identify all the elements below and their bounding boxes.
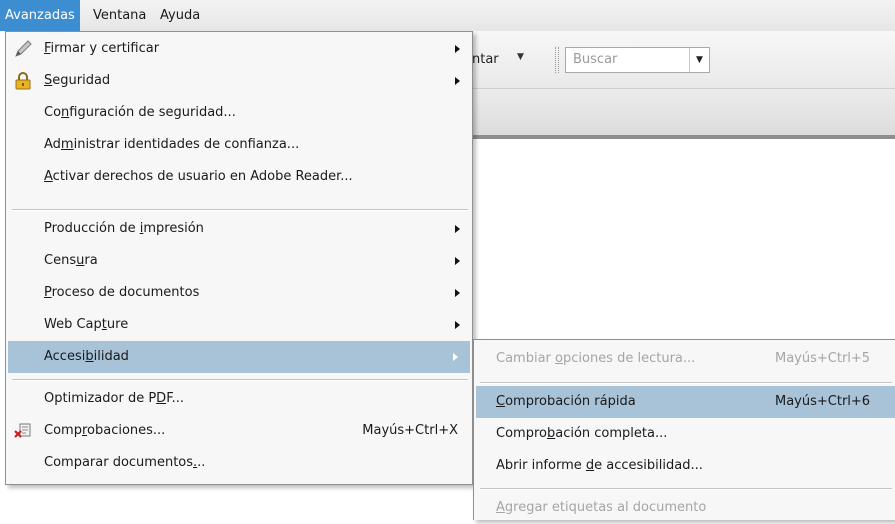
menu-item-label: Accesi xyxy=(44,349,86,364)
menu-item-label: Producción de xyxy=(44,221,140,236)
lock-icon xyxy=(15,72,31,90)
chevron-down-icon[interactable]: ▼ xyxy=(517,52,524,62)
menu-item-label: inistrar identidades de confianza... xyxy=(73,137,300,152)
menu-item-web-capture[interactable]: Web Capture xyxy=(6,309,472,341)
submenu-arrow-icon xyxy=(455,77,460,85)
menu-item-activar-derechos[interactable]: Activar derechos de usuario en Adobe Rea… xyxy=(6,161,472,193)
submenu-item-agregar-etiquetas[interactable]: Agregar etiquetas al documento xyxy=(474,492,895,524)
menu-item-label: mpresión xyxy=(143,221,204,236)
search-box[interactable]: Buscar ▼ xyxy=(565,47,710,73)
menu-item-label: .. xyxy=(197,455,206,470)
submenu-arrow-icon xyxy=(455,257,460,265)
pen-icon xyxy=(15,40,32,57)
menu-item-accel: m xyxy=(60,137,74,152)
submenu-item-abrir-informe[interactable]: Abrir informe de accesibilidad... xyxy=(474,450,895,482)
submenu-item-label: Compro xyxy=(496,426,547,441)
menu-item-configuracion-seguridad[interactable]: Configuración de seguridad... xyxy=(6,97,472,129)
submenu-item-label: pciones de lectura... xyxy=(562,351,696,366)
toolbar: ntar ▼ Buscar ▼ xyxy=(460,31,895,89)
menu-item-label: ilidad xyxy=(93,349,129,364)
submenu-arrow-icon xyxy=(455,225,460,233)
submenu-item-label: ación completa... xyxy=(555,426,668,441)
toolbar-grip[interactable] xyxy=(555,47,559,73)
submenu-item-label: gregar etiquetas al documento xyxy=(504,500,707,515)
menu-item-optimizador-pdf[interactable]: Optimizador de PDF... xyxy=(6,383,472,415)
menu-ayuda[interactable]: Ayuda xyxy=(155,0,205,31)
submenu-arrow-icon xyxy=(455,289,460,297)
menu-separator xyxy=(12,209,468,211)
menu-item-label: Cens xyxy=(44,253,77,268)
menu-item-comprobaciones[interactable]: Comprobaciones... Mayús+Ctrl+X xyxy=(6,415,472,447)
submenu-item-accel: b xyxy=(546,426,556,441)
submenu-item-accel: o xyxy=(555,351,563,366)
submenu-item-label: Abrir informe xyxy=(496,458,586,473)
menu-item-accel: P xyxy=(44,285,52,300)
menu-item-seguridad[interactable]: Seguridad xyxy=(6,65,472,97)
menu-item-label: ure xyxy=(106,317,129,332)
submenu-item-label: Cambiar xyxy=(496,351,556,366)
menu-item-accel: A xyxy=(44,169,53,184)
menu-item-firmar[interactable]: Firmar y certificar xyxy=(6,33,472,65)
submenu-item-shortcut: Mayús+Ctrl+6 xyxy=(775,394,871,409)
submenu-item-comprobacion-completa[interactable]: Comprobación completa... xyxy=(474,418,895,450)
submenu-item-shortcut: Mayús+Ctrl+5 xyxy=(775,351,871,366)
submenu-arrow-icon xyxy=(455,45,460,53)
menu-item-accel: D xyxy=(156,391,167,406)
menu-separator xyxy=(480,382,892,384)
submenu-item-label: omprobación rápida xyxy=(505,394,636,409)
menu-item-label: Comparar documentos xyxy=(44,455,194,470)
menu-item-label: figuración de seguridad... xyxy=(69,105,236,120)
menu-item-label: obaciones... xyxy=(87,423,166,438)
preflight-icon xyxy=(14,423,31,438)
avanzadas-menu: Firmar y certificar Seguridad Configurac… xyxy=(5,31,473,485)
menu-item-shortcut: Mayús+Ctrl+X xyxy=(362,423,458,438)
menu-separator xyxy=(12,379,468,381)
menu-item-censura[interactable]: Censura xyxy=(6,245,472,277)
secondary-toolbar xyxy=(460,89,895,139)
menu-item-accel: b xyxy=(85,349,94,364)
menu-item-administrar-identidades[interactable]: Administrar identidades de confianza... xyxy=(6,129,472,161)
menu-item-label: Comp xyxy=(44,423,82,438)
menu-item-accesibilidad[interactable]: Accesibilidad xyxy=(8,341,470,373)
submenu-arrow-icon xyxy=(455,321,460,329)
submenu-item-accel: d xyxy=(585,458,595,473)
menu-item-label: Optimizador de P xyxy=(44,391,157,406)
menu-item-label: ra xyxy=(84,253,98,268)
accesibilidad-submenu: Cambiar opciones de lectura... Mayús+Ctr… xyxy=(473,339,895,520)
menu-item-label: ctivar derechos de usuario en Adobe Read… xyxy=(52,169,353,184)
menu-item-label: eguridad xyxy=(52,73,111,88)
menu-item-label: Co xyxy=(44,105,62,120)
search-dropdown-icon[interactable]: ▼ xyxy=(689,48,709,72)
submenu-item-accel: C xyxy=(496,394,506,409)
submenu-item-label: e accesibilidad... xyxy=(594,458,703,473)
menu-avanzadas[interactable]: Avanzadas xyxy=(0,0,80,31)
menu-bar: Avanzadas Ventana Ayuda xyxy=(0,0,895,31)
menu-item-label: irmar y certificar xyxy=(50,41,160,56)
toolbar-partial-label[interactable]: ntar xyxy=(472,52,499,67)
submenu-item-accel: A xyxy=(496,500,505,515)
menu-item-comparar-documentos[interactable]: Comparar documentos... xyxy=(6,447,472,479)
menu-item-proceso-documentos[interactable]: Proceso de documentos xyxy=(6,277,472,309)
menu-item-label: roceso de documentos xyxy=(51,285,200,300)
menu-ventana[interactable]: Ventana xyxy=(88,0,151,31)
submenu-item-comprobacion-rapida[interactable]: Comprobación rápida Mayús+Ctrl+6 xyxy=(476,386,895,418)
submenu-item-cambiar-opciones-lectura[interactable]: Cambiar opciones de lectura... Mayús+Ctr… xyxy=(474,343,895,375)
menu-item-produccion-impresion[interactable]: Producción de impresión xyxy=(6,213,472,245)
menu-separator xyxy=(480,488,892,490)
menu-item-label: Ad xyxy=(44,137,61,152)
menu-item-label: Web Cap xyxy=(44,317,102,332)
menu-item-label: F... xyxy=(166,391,184,406)
submenu-arrow-icon xyxy=(453,353,458,361)
search-input[interactable]: Buscar xyxy=(573,52,617,67)
